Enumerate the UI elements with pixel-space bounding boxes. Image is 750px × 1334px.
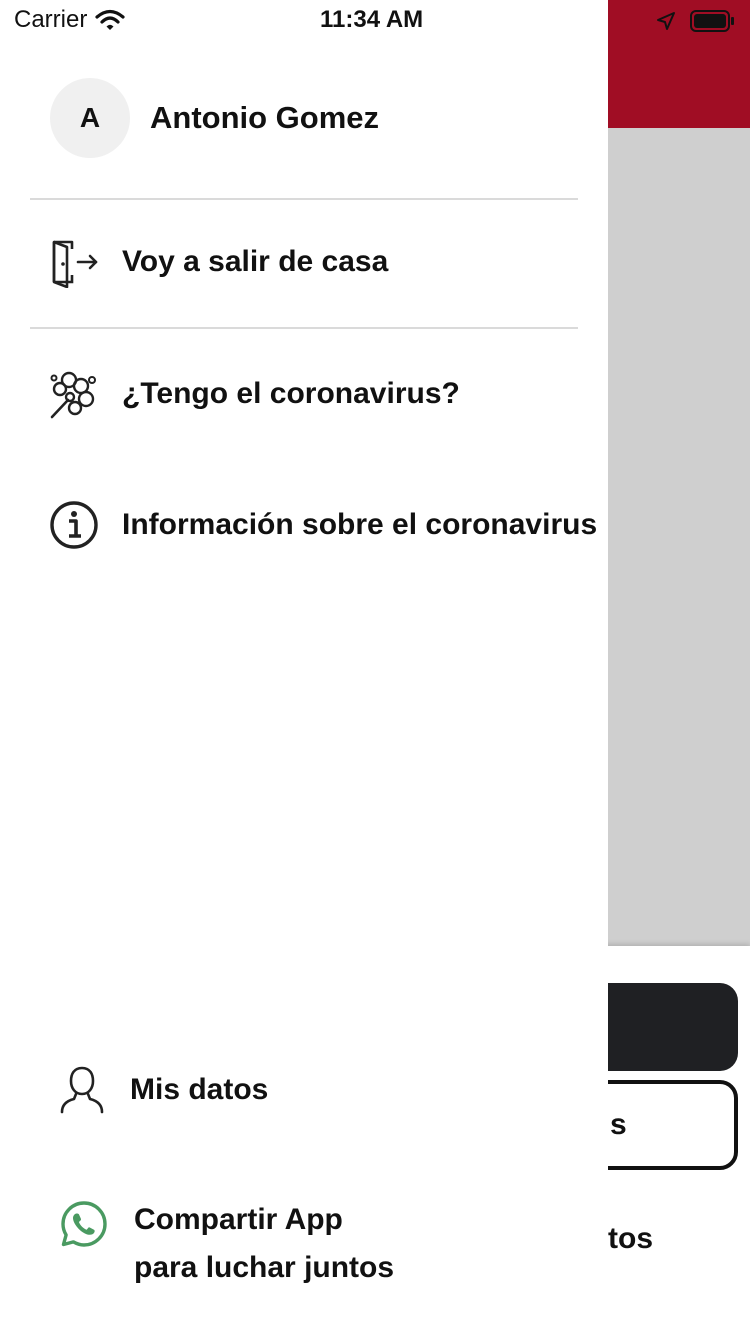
profile-name: Antonio Gomez <box>150 100 380 135</box>
background-link[interactable]: tos <box>608 1222 653 1256</box>
battery-icon <box>690 10 734 32</box>
divider <box>30 327 578 329</box>
virus-icon <box>48 368 100 420</box>
status-time: 11:34 AM <box>320 6 424 33</box>
share-app-line-1: Compartir App <box>134 1203 343 1236</box>
whatsapp-icon <box>58 1198 110 1250</box>
user-icon <box>56 1064 108 1116</box>
menu-item-my-data-label: Mis datos <box>130 1073 269 1106</box>
carrier-indicator: Carrier <box>14 6 125 34</box>
menu-item-share-app-label: Compartir App para luchar juntos <box>134 1196 394 1292</box>
menu-item-symptoms[interactable]: ¿Tengo el coronavirus? <box>48 368 460 420</box>
location-arrow-icon <box>657 12 675 30</box>
avatar: A <box>50 78 130 158</box>
wifi-icon <box>95 9 125 30</box>
profile-header[interactable]: A Antonio Gomez <box>50 78 379 158</box>
menu-item-info-label: Información sobre el coronavirus <box>122 508 598 541</box>
divider <box>30 198 578 200</box>
menu-item-symptoms-label: ¿Tengo el coronavirus? <box>122 377 460 410</box>
carrier-label: Carrier <box>14 6 88 33</box>
menu-item-share-app[interactable]: Compartir App para luchar juntos <box>58 1196 394 1292</box>
menu-item-my-data[interactable]: Mis datos <box>56 1064 268 1116</box>
status-bar: Carrier 11:34 AM <box>0 0 608 40</box>
menu-item-info[interactable]: Información sobre el coronavirus <box>48 499 597 551</box>
menu-item-leave-home-label: Voy a salir de casa <box>122 245 389 278</box>
menu-item-leave-home[interactable]: Voy a salir de casa <box>48 236 388 288</box>
door-exit-icon <box>48 236 100 288</box>
share-app-line-2: para luchar juntos <box>134 1251 395 1284</box>
side-drawer: Carrier 11:34 AM A Antonio Gomez Voy a s… <box>0 0 608 1334</box>
status-icons <box>656 8 736 34</box>
info-icon <box>48 499 100 551</box>
background-secondary-button-label: s <box>610 1108 627 1141</box>
